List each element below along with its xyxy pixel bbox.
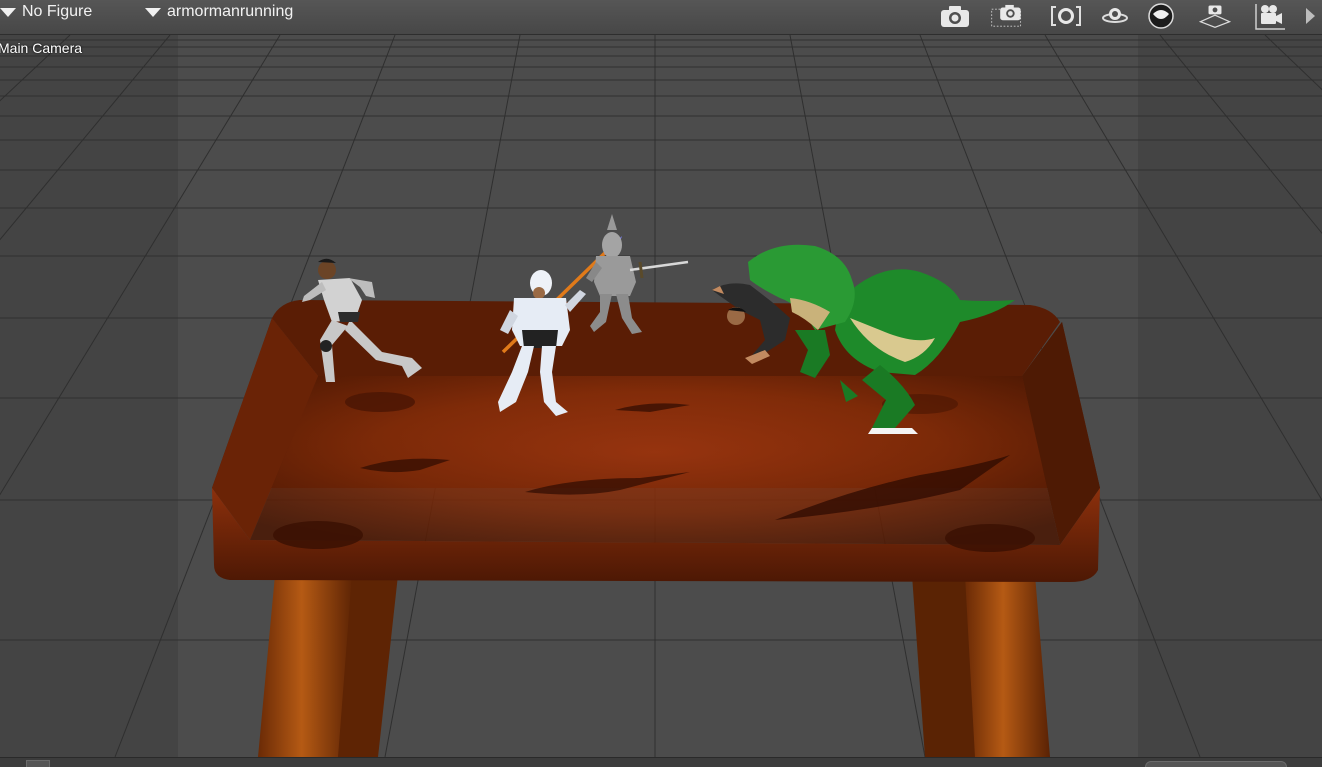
poser-app: No Figure armormanrunning Main Camera — [0, 0, 1322, 767]
triangle-down-icon — [145, 7, 161, 17]
wooden-table[interactable] — [212, 300, 1100, 582]
animation-dropdown[interactable]: armormanrunning — [145, 0, 293, 24]
camera-floor-icon[interactable] — [1198, 2, 1232, 30]
chevron-right-icon[interactable] — [1298, 2, 1322, 30]
camera-region-snapshot-icon[interactable] — [990, 2, 1024, 30]
video-camera-icon[interactable] — [1253, 2, 1287, 30]
bottom-control-strip — [0, 757, 1322, 767]
bottom-slider-pill[interactable] — [1145, 761, 1287, 767]
viewport-toolbar: No Figure armormanrunning — [0, 0, 1322, 35]
figure-dropdown-value: No Figure — [22, 3, 93, 20]
camera-snapshot-icon[interactable] — [938, 2, 972, 30]
animation-dropdown-value: armormanrunning — [167, 3, 294, 20]
triangle-down-icon — [0, 7, 16, 17]
figure-dropdown[interactable]: No Figure — [0, 0, 92, 24]
sphere-render-icon[interactable] — [1144, 2, 1178, 30]
scene-canvas[interactable] — [0, 35, 1322, 757]
bottom-control-handle[interactable] — [26, 760, 50, 767]
camera-frame-icon[interactable] — [1049, 2, 1083, 30]
camera-label: Main Camera — [0, 40, 83, 56]
camera-orbit-icon[interactable] — [1098, 2, 1132, 30]
3d-viewport[interactable] — [0, 35, 1322, 757]
